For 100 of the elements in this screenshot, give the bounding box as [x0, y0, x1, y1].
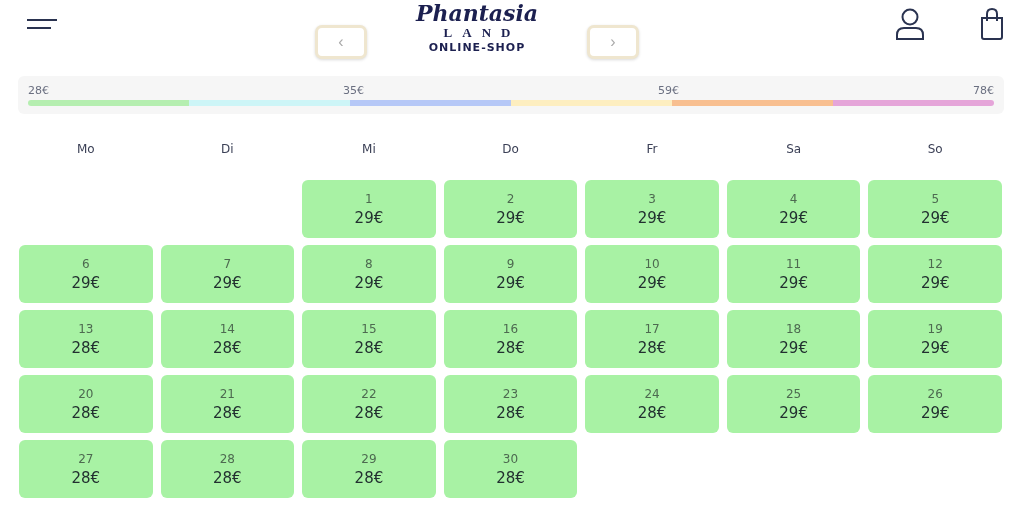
day-cell[interactable]: 30 28€: [443, 440, 578, 498]
weekday-label: Mo: [75, 142, 96, 158]
user-icon[interactable]: [896, 8, 924, 40]
day-cell[interactable]: 24 28€: [585, 375, 719, 433]
price-tick: 59€: [658, 84, 679, 99]
day-number: 4: [789, 191, 798, 206]
day-cell[interactable]: 22 28€: [302, 375, 436, 433]
day-cell[interactable]: 20 28€: [19, 375, 153, 433]
day-number: 7: [223, 256, 232, 271]
day-cell[interactable]: 9 29€: [443, 245, 578, 303]
day-cell[interactable]: 17 28€: [585, 310, 719, 368]
day-price: 29€: [779, 208, 808, 227]
day-price: 29€: [496, 273, 525, 292]
day-price: 29€: [71, 273, 101, 292]
day-cell[interactable]: 7 29€: [160, 245, 295, 303]
day-cell[interactable]: 15 28€: [302, 310, 436, 368]
day-number: 1: [365, 191, 373, 206]
day-price: 28€: [213, 468, 242, 487]
day-cell[interactable]: 26 29€: [868, 375, 1002, 433]
day-number: 14: [219, 321, 235, 336]
logo-subtitle: LAND: [443, 26, 521, 40]
day-number: 23: [502, 386, 519, 401]
day-cell[interactable]: 5 29€: [868, 180, 1002, 238]
day-number: 9: [506, 256, 515, 271]
day-cell[interactable]: 11 29€: [726, 245, 861, 303]
day-price: 28€: [213, 338, 242, 357]
day-number: 6: [81, 256, 90, 271]
day-price: 28€: [354, 468, 384, 487]
logo-name: Phantasia: [415, 0, 539, 26]
day-cell[interactable]: 19 29€: [868, 310, 1002, 368]
day-price: 29€: [779, 273, 808, 292]
day-cell[interactable]: 13 28€: [19, 310, 153, 368]
day-price: 29€: [779, 403, 808, 422]
price-tick: 35€: [343, 84, 364, 99]
day-number: 28: [219, 451, 235, 466]
day-cell[interactable]: 6 29€: [19, 245, 153, 303]
price-tick: 28€: [28, 84, 49, 99]
day-price: 28€: [496, 403, 525, 422]
day-price: 28€: [354, 403, 384, 422]
day-number: 12: [927, 256, 943, 271]
day-price: 29€: [354, 208, 384, 227]
menu-icon[interactable]: [26, 18, 58, 30]
day-price: 29€: [920, 403, 950, 422]
day-cell[interactable]: 8 29€: [302, 245, 436, 303]
day-number: 22: [361, 386, 377, 401]
day-price: 29€: [354, 273, 384, 292]
day-number: 19: [927, 321, 943, 336]
day-number: 26: [927, 386, 943, 401]
day-price: 28€: [354, 338, 384, 357]
day-price: 29€: [637, 273, 667, 292]
day-cell[interactable]: 29 28€: [302, 440, 436, 498]
weekday-label: Mi: [361, 142, 377, 158]
day-cell[interactable]: 28 28€: [160, 440, 295, 498]
day-price: 29€: [779, 338, 808, 357]
day-price: 28€: [496, 338, 525, 357]
day-cell[interactable]: 4 29€: [726, 180, 861, 238]
logo-tagline: ONLINE-SHOP: [428, 40, 526, 56]
day-number: 2: [506, 191, 515, 206]
day-number: 24: [644, 386, 660, 401]
day-cell[interactable]: 16 28€: [443, 310, 578, 368]
day-cell[interactable]: 12 29€: [868, 245, 1002, 303]
day-number: 10: [644, 256, 660, 271]
weekday-label: So: [926, 142, 944, 158]
day-number: 11: [786, 256, 802, 271]
day-price: 28€: [637, 338, 667, 357]
day-cell[interactable]: 23 28€: [443, 375, 578, 433]
day-cell[interactable]: 21 28€: [160, 375, 295, 433]
weekday-label: Sa: [785, 142, 803, 158]
day-number: 30: [502, 451, 519, 466]
day-number: 21: [219, 386, 235, 401]
day-price: 29€: [637, 208, 667, 227]
day-cell[interactable]: 18 29€: [726, 310, 861, 368]
weekday-label: Do: [501, 142, 520, 158]
day-cell[interactable]: 2 29€: [443, 180, 578, 238]
day-number: 29: [361, 451, 377, 466]
day-price: 28€: [637, 403, 667, 422]
day-number: 15: [361, 321, 377, 336]
day-price: 29€: [496, 208, 525, 227]
weekday-label: Di: [220, 142, 235, 158]
day-cell[interactable]: 14 28€: [160, 310, 295, 368]
day-price: 28€: [71, 468, 101, 487]
day-number: 18: [786, 321, 802, 336]
day-cell[interactable]: 10 29€: [585, 245, 719, 303]
day-cell[interactable]: 27 28€: [19, 440, 153, 498]
day-price: 28€: [71, 338, 101, 357]
weekday-label: Fr: [645, 142, 659, 158]
day-number: 27: [78, 451, 94, 466]
day-number: 25: [786, 386, 802, 401]
day-price: 29€: [213, 273, 242, 292]
day-cell[interactable]: 3 29€: [585, 180, 719, 238]
day-number: 20: [78, 386, 94, 401]
day-price: 29€: [920, 208, 950, 227]
day-price: 28€: [71, 403, 101, 422]
day-price: 28€: [496, 468, 525, 487]
day-price: 28€: [213, 403, 242, 422]
day-cell[interactable]: 1 29€: [302, 180, 436, 238]
shopping-bag-icon[interactable]: [980, 8, 1004, 40]
day-number: 3: [648, 191, 656, 206]
price-tick: 78€: [973, 84, 994, 99]
day-cell[interactable]: 25 29€: [726, 375, 861, 433]
